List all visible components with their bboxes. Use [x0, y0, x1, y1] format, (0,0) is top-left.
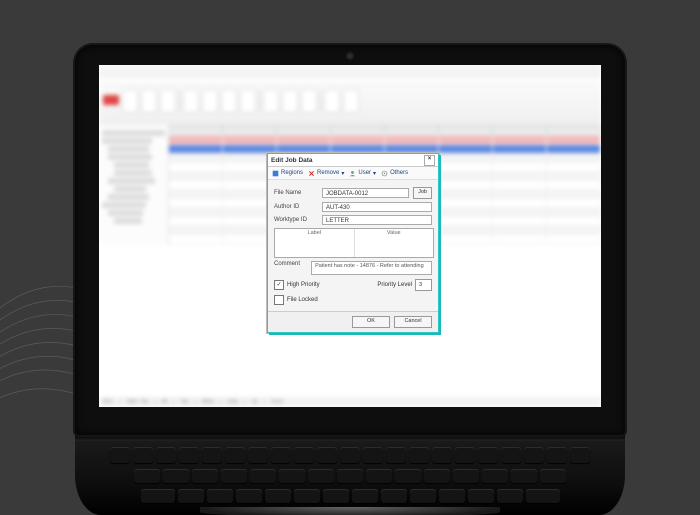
webcam	[347, 53, 353, 59]
dialog-titlebar: Edit Job Data ×	[268, 154, 438, 167]
priority-level-label: Priority Level	[377, 282, 412, 288]
job-button[interactable]: Job	[413, 187, 432, 199]
author-id-field[interactable]: AUT-430	[322, 202, 432, 212]
file-name-field[interactable]: JOBDATA-0012	[322, 188, 409, 198]
cancel-button[interactable]: Cancel	[394, 316, 432, 328]
properties-listbox[interactable]: Label Value	[274, 228, 434, 258]
app-screen: Rich| Slide: Tab| All| Tab| NRml| Data| …	[99, 65, 601, 407]
file-name-label: File Name	[274, 190, 318, 196]
others-menu[interactable]: Others	[381, 170, 408, 177]
file-locked-label: File Locked	[287, 297, 318, 303]
regions-menu[interactable]: Regions	[272, 170, 303, 177]
high-priority-label: High Priority	[287, 282, 320, 288]
dialog-toolbar: Regions Remove ▾ User ▾ Others	[268, 167, 438, 180]
dialog-title: Edit Job Data	[271, 157, 313, 164]
laptop-mockup: Rich| Slide: Tab| All| Tab| NRml| Data| …	[75, 45, 625, 515]
priority-level-select[interactable]: 3	[415, 279, 432, 291]
ok-button[interactable]: OK	[352, 316, 390, 328]
author-id-label: Author ID	[274, 204, 318, 210]
status-bar: Rich| Slide: Tab| All| Tab| NRml| Data| …	[99, 397, 601, 407]
laptop-base	[75, 441, 625, 515]
user-menu[interactable]: User ▾	[349, 170, 376, 177]
comment-field[interactable]: Patient has note - 14876 - Refer to atte…	[311, 261, 432, 275]
high-priority-checkbox[interactable]: ✓	[274, 280, 284, 290]
edit-job-data-dialog: Edit Job Data × Regions Remove ▾ User ▾ …	[267, 153, 439, 333]
close-button[interactable]: ×	[424, 155, 435, 166]
file-locked-checkbox[interactable]	[274, 295, 284, 305]
remove-menu[interactable]: Remove ▾	[308, 170, 344, 177]
worktype-id-label: Worktype ID	[274, 217, 318, 223]
screen-bezel: Rich| Slide: Tab| All| Tab| NRml| Data| …	[75, 45, 625, 435]
comment-label: Comment	[274, 261, 307, 267]
worktype-id-field[interactable]: LETTER	[322, 215, 432, 225]
